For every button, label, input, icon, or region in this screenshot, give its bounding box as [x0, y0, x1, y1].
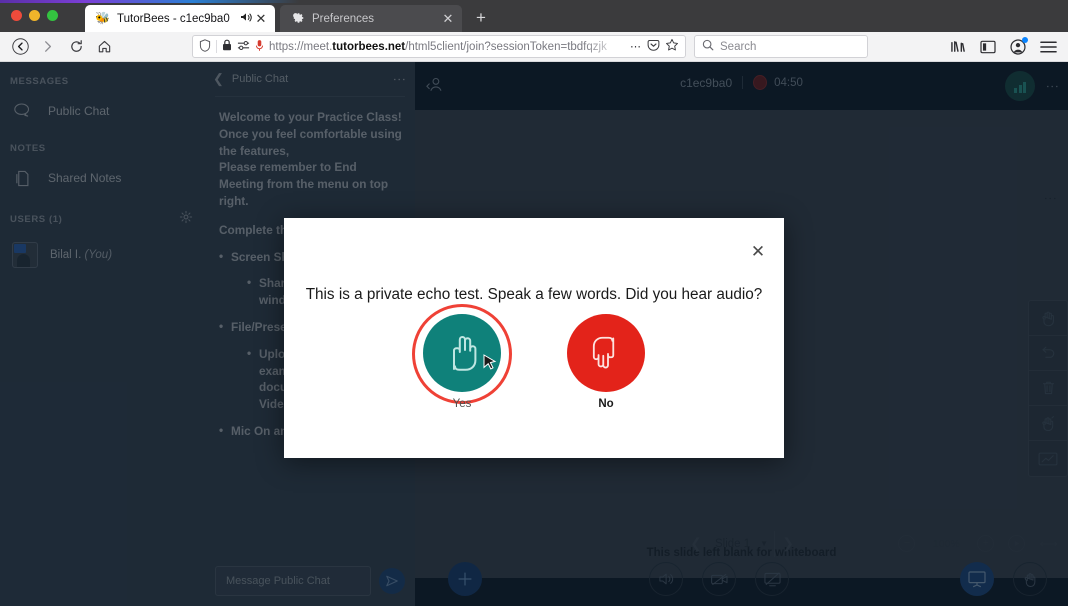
account-icon[interactable] — [1004, 35, 1032, 58]
maximize-window-button[interactable] — [47, 10, 58, 21]
browser-chrome: 🐝 TutorBees - c1ec9ba0 ✕ Preferences ✕ + — [0, 0, 1068, 62]
mouse-cursor-icon — [483, 354, 497, 371]
library-icon[interactable] — [944, 35, 972, 58]
echo-no-choice[interactable]: No — [558, 314, 654, 410]
home-button[interactable] — [90, 35, 118, 59]
microphone-icon[interactable] — [255, 39, 264, 55]
gear-icon — [290, 11, 305, 26]
speaker-icon[interactable] — [239, 12, 253, 26]
bee-icon: 🐝 — [95, 11, 110, 26]
url-host-prefix: meet. — [304, 41, 333, 53]
forward-button[interactable] — [34, 35, 62, 59]
close-icon[interactable]: ✕ — [747, 241, 769, 263]
url-bar[interactable]: https://meet.tutorbees.net/html5client/j… — [192, 35, 686, 58]
tab-strip: 🐝 TutorBees - c1ec9ba0 ✕ Preferences ✕ + — [0, 0, 1068, 32]
close-icon[interactable]: ✕ — [440, 12, 456, 25]
account-notification-dot — [1022, 37, 1028, 43]
search-bar[interactable]: Search — [694, 35, 868, 58]
tab-tutorbees[interactable]: 🐝 TutorBees - c1ec9ba0 ✕ — [85, 5, 275, 32]
url-host: tutorbees.net — [332, 41, 405, 53]
permissions-icon[interactable] — [237, 40, 250, 54]
url-path: /html5client/join?sessionToken=tbdfqzjk — [405, 41, 607, 53]
no-label: No — [598, 398, 613, 410]
window-controls — [11, 10, 58, 21]
search-placeholder: Search — [720, 41, 756, 53]
yes-button[interactable] — [423, 314, 501, 392]
tab-title: Preferences — [312, 13, 440, 25]
no-button[interactable] — [567, 314, 645, 392]
reload-button[interactable] — [62, 35, 90, 59]
echo-yes-choice[interactable]: Yes — [414, 314, 510, 410]
modal-title: This is a private echo test. Speak a few… — [284, 286, 784, 304]
search-icon — [702, 38, 714, 56]
tab-preferences[interactable]: Preferences ✕ — [280, 5, 462, 32]
minimize-window-button[interactable] — [29, 10, 40, 21]
browser-toolbar-right — [944, 35, 1062, 58]
pocket-icon[interactable] — [647, 39, 660, 55]
new-tab-button[interactable]: + — [470, 8, 492, 28]
echo-test-modal: ✕ This is a private echo test. Speak a f… — [284, 218, 784, 458]
page-actions-icon[interactable]: ⋯ — [630, 40, 642, 53]
bookmark-star-icon[interactable] — [665, 38, 679, 55]
close-icon[interactable]: ✕ — [253, 12, 269, 25]
sidebar-icon[interactable] — [974, 35, 1002, 58]
menu-icon[interactable] — [1034, 35, 1062, 58]
modal-choices: Yes No — [284, 314, 784, 410]
url-scheme: https:// — [269, 41, 304, 53]
tab-title: TutorBees - c1ec9ba0 — [117, 13, 239, 25]
close-window-button[interactable] — [11, 10, 22, 21]
bigbluebutton-app: MESSAGES Public Chat NOTES Shared Notes … — [0, 62, 1068, 606]
yes-label: Yes — [453, 398, 472, 410]
lock-icon[interactable] — [222, 39, 232, 54]
url-text: https://meet.tutorbees.net/html5client/j… — [269, 41, 625, 53]
url-divider — [216, 40, 217, 53]
back-button[interactable] — [6, 35, 34, 59]
shield-icon[interactable] — [199, 39, 211, 55]
